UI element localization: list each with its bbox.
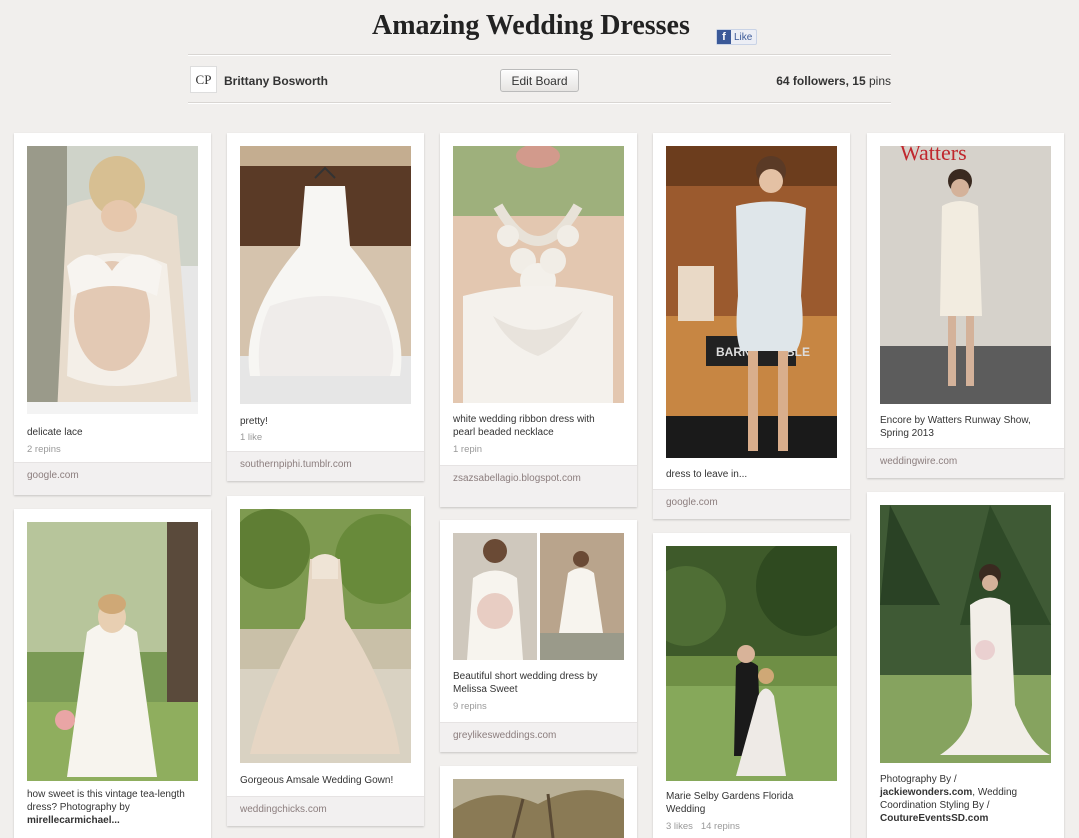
pin-image[interactable] xyxy=(880,505,1051,763)
board-stats: 64 followers, 15 pins xyxy=(776,74,891,88)
pin-image[interactable]: BARN BLE xyxy=(666,146,837,458)
pin-source[interactable]: weddingchicks.com xyxy=(227,796,424,826)
pin-stats: 2 repins xyxy=(27,444,61,455)
pin-image[interactable] xyxy=(27,522,198,781)
pin-card[interactable]: Marie Selby Gardens Florida Wedding 3 li… xyxy=(653,533,850,838)
pin-card[interactable]: white wedding ribbon dress with pearl be… xyxy=(440,133,637,507)
pin-card[interactable]: how sweet is this vintage tea-length dre… xyxy=(14,509,211,838)
pin-image[interactable] xyxy=(453,146,624,403)
pin-card[interactable]: Photography By / jackiewonders.com, Weddi… xyxy=(867,492,1064,838)
pin-source[interactable]: southernpiphi.tumblr.com xyxy=(227,451,424,481)
runway-logo-text: Watters xyxy=(900,146,967,165)
divider xyxy=(188,54,891,56)
pin-description: dress to leave in... xyxy=(666,469,748,480)
avatar[interactable]: CP xyxy=(190,66,217,93)
facebook-like-button[interactable]: f Like xyxy=(716,29,758,45)
pin-image[interactable]: Watters xyxy=(880,146,1051,404)
pin-description: pretty! xyxy=(240,416,268,427)
pin-image[interactable] xyxy=(240,509,411,763)
pin-description: Photography By / jackiewonders.com, Weddi… xyxy=(880,774,1018,824)
pin-source[interactable]: weddingwire.com xyxy=(867,448,1064,478)
pin-card[interactable] xyxy=(440,766,637,838)
pins-count: 15 xyxy=(852,74,866,88)
pin-source[interactable]: zsazsabellagio.blogspot.com xyxy=(440,465,637,507)
pin-description: Beautiful short wedding dress by Melissa… xyxy=(453,671,598,695)
pin-credit-link[interactable]: mirellecarmichael... xyxy=(27,815,120,826)
pin-source[interactable]: greylikesweddings.com xyxy=(440,722,637,752)
pin-image[interactable] xyxy=(666,546,837,781)
pins-label: pins xyxy=(865,74,891,88)
pin-card[interactable]: Beautiful short wedding dress by Melissa… xyxy=(440,520,637,752)
like-label: Like xyxy=(734,31,753,43)
pin-card[interactable]: pretty! 1 like southernpiphi.tumblr.com xyxy=(227,133,424,481)
pin-card[interactable]: Watters Encore by Watters Runway Show, S… xyxy=(867,133,1064,478)
pin-stats: 1 like xyxy=(240,432,263,443)
board-header: Amazing Wedding Dresses f Like CP Britta… xyxy=(0,0,1079,120)
pin-description: Gorgeous Amsale Wedding Gown! xyxy=(240,775,394,786)
pin-stats: 9 repins xyxy=(453,701,487,712)
pin-credit-link[interactable]: jackiewonders.com xyxy=(880,787,972,798)
pin-card[interactable]: BARN BLE dress to leave in... google.com xyxy=(653,133,850,519)
pin-image[interactable] xyxy=(453,533,624,660)
pin-image[interactable] xyxy=(453,779,624,838)
board-title: Amazing Wedding Dresses xyxy=(372,10,690,41)
pin-description: delicate lace xyxy=(27,427,83,438)
divider xyxy=(188,102,891,104)
pin-description: Marie Selby Gardens Florida Wedding xyxy=(666,791,794,815)
pin-stats: 3 likes 14 repins xyxy=(666,821,740,832)
pin-image[interactable] xyxy=(240,146,411,404)
edit-board-button[interactable]: Edit Board xyxy=(500,69,579,92)
pin-card[interactable]: delicate lace 2 repins google.com xyxy=(14,133,211,495)
pin-description: Encore by Watters Runway Show, Spring 20… xyxy=(880,415,1031,439)
pin-stats: 1 repin xyxy=(453,444,483,455)
pin-credit-link-2[interactable]: CoutureEventsSD.com xyxy=(880,813,988,824)
board-owner-link[interactable]: Brittany Bosworth xyxy=(224,74,328,88)
pin-description: how sweet is this vintage tea-length dre… xyxy=(27,789,185,826)
pin-image[interactable] xyxy=(27,146,198,414)
pin-card[interactable]: Gorgeous Amsale Wedding Gown! weddingchi… xyxy=(227,496,424,826)
pin-description: white wedding ribbon dress with pearl be… xyxy=(453,414,595,438)
facebook-icon: f xyxy=(717,30,731,44)
followers-count: 64 followers, xyxy=(776,74,853,88)
pin-source[interactable]: google.com xyxy=(14,462,211,495)
pin-source[interactable]: google.com xyxy=(653,489,850,519)
